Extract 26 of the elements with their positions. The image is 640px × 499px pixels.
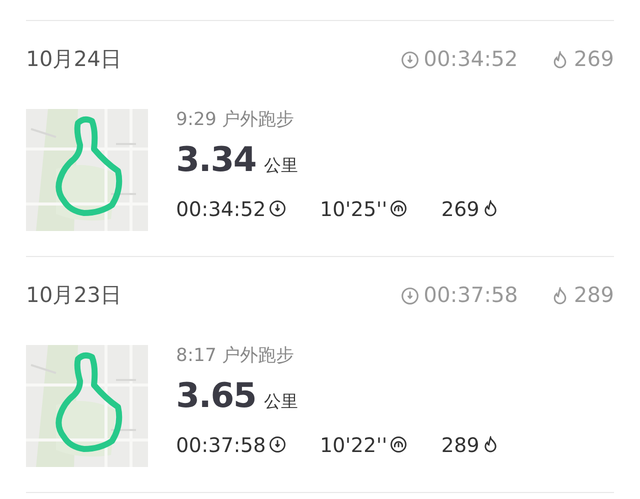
clock-icon bbox=[400, 51, 419, 69]
distance-value: 3.34 bbox=[176, 143, 256, 177]
clock-icon bbox=[268, 200, 286, 217]
gauge-icon bbox=[390, 200, 408, 217]
calories-value: 269 bbox=[441, 196, 480, 222]
distance-unit: 公里 bbox=[264, 391, 298, 414]
date-label: 10月24日 bbox=[26, 46, 122, 74]
activity-title: 9:29 户外跑步 bbox=[176, 111, 296, 129]
pace-value: 10'22'' bbox=[320, 432, 388, 458]
flame-icon bbox=[482, 200, 500, 217]
calories-total: 289 bbox=[574, 282, 614, 310]
distance-unit: 公里 bbox=[264, 155, 298, 178]
duration-total: 00:34:52 bbox=[424, 46, 518, 74]
duration-value: 00:37:58 bbox=[176, 432, 266, 458]
duration-total: 00:37:58 bbox=[424, 282, 518, 310]
gauge-icon bbox=[390, 436, 408, 453]
duration-value: 00:34:52 bbox=[176, 196, 266, 222]
date-label: 10月23日 bbox=[26, 282, 122, 310]
flame-icon bbox=[482, 436, 500, 453]
clock-icon bbox=[268, 436, 286, 453]
pace-value: 10'25'' bbox=[320, 196, 388, 222]
clock-icon bbox=[400, 287, 419, 305]
activity-title: 8:17 户外跑步 bbox=[176, 347, 296, 365]
calories-total: 269 bbox=[574, 46, 614, 74]
calories-value: 289 bbox=[441, 432, 480, 458]
distance-value: 3.65 bbox=[176, 379, 256, 413]
